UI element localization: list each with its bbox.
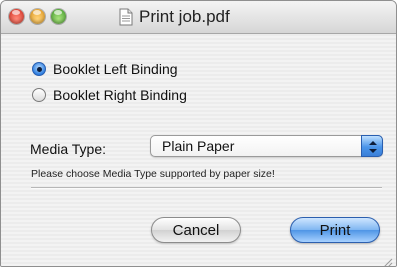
radio-booklet-left-binding[interactable]: Booklet Left Binding	[32, 61, 178, 77]
radio-unselected-icon[interactable]	[32, 88, 46, 102]
radio-label: Booklet Right Binding	[53, 87, 187, 103]
media-type-value: Plain Paper	[162, 138, 235, 154]
resize-grip-icon[interactable]	[383, 255, 393, 266]
media-type-select[interactable]: Plain Paper	[150, 135, 383, 157]
radio-label: Booklet Left Binding	[53, 61, 178, 77]
minimize-icon[interactable]	[30, 9, 45, 24]
title-bar[interactable]: Print job.pdf	[1, 1, 396, 34]
close-icon[interactable]	[9, 9, 24, 24]
dialog-content: Booklet Left Binding Booklet Right Bindi…	[1, 34, 396, 266]
stepper-arrows-icon[interactable]	[361, 135, 383, 157]
print-dialog-window: Print job.pdf Booklet Left Binding Bookl…	[0, 0, 397, 267]
divider	[31, 187, 382, 189]
document-icon	[119, 8, 133, 26]
window-title-group: Print job.pdf	[119, 7, 230, 27]
radio-selected-icon[interactable]	[32, 62, 46, 76]
radio-booklet-right-binding[interactable]: Booklet Right Binding	[32, 87, 187, 103]
cancel-button[interactable]: Cancel	[151, 217, 241, 243]
zoom-icon[interactable]	[51, 9, 66, 24]
media-type-hint: Please choose Media Type supported by pa…	[31, 168, 275, 180]
window-title: Print job.pdf	[139, 7, 230, 26]
print-button[interactable]: Print	[290, 217, 380, 243]
media-type-label: Media Type:	[30, 141, 107, 157]
